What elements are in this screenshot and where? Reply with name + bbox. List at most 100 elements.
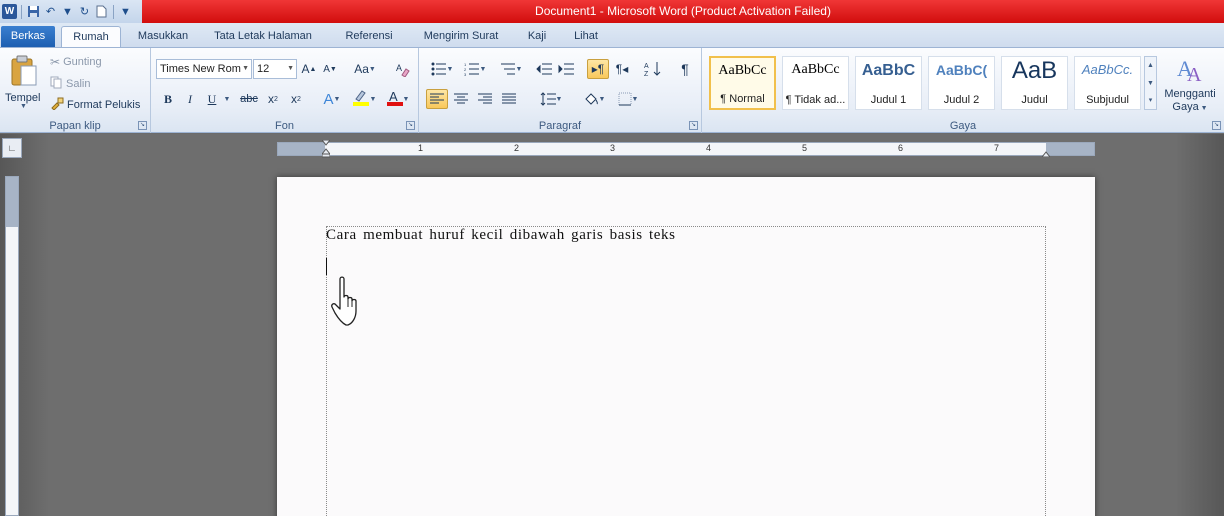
shading-button[interactable]: ▼ — [579, 89, 609, 109]
svg-text:A: A — [644, 63, 649, 70]
numbering-button[interactable]: 1 2 3 ▼ — [459, 59, 491, 79]
clear-formatting-icon[interactable]: A — [393, 59, 413, 79]
customize-qat-icon[interactable]: ▼ — [118, 4, 133, 19]
align-right-button[interactable] — [474, 89, 496, 109]
sort-button[interactable]: AZ — [642, 59, 664, 79]
style-heading-2[interactable]: AaBbC( Judul 2 — [928, 56, 995, 110]
paragraph-group-label: Paragraf — [538, 120, 582, 132]
undo-icon[interactable]: ↶ — [43, 4, 58, 19]
underline-dropdown-icon[interactable]: ▼ — [222, 89, 232, 109]
strikethrough-button[interactable]: abc — [238, 89, 260, 109]
rtl-text-direction-button[interactable]: ¶◂ — [611, 59, 633, 79]
bold-button[interactable]: B — [160, 89, 176, 109]
change-styles-button[interactable]: AA Mengganti Gaya ▼ — [1160, 52, 1220, 114]
style-no-spacing[interactable]: AaBbCc ¶ Tidak ad... — [782, 56, 849, 110]
ruler-number: 6 — [898, 143, 904, 153]
decrease-indent-icon[interactable] — [535, 59, 553, 79]
italic-button[interactable]: I — [182, 89, 198, 109]
tab-view[interactable]: Lihat — [565, 26, 607, 47]
style-heading-1[interactable]: AaBbC Judul 1 — [855, 56, 922, 110]
document-area: ∟ 1 2 3 4 5 6 7 Cara membuat huruf kecil… — [0, 134, 1224, 516]
change-styles-label-1: Mengganti — [1164, 88, 1216, 100]
undo-dropdown-icon[interactable]: ▼ — [60, 4, 75, 19]
horizontal-ruler[interactable]: 1 2 3 4 5 6 7 — [277, 139, 1095, 158]
new-document-icon[interactable] — [94, 4, 109, 19]
ltr-text-direction-button[interactable]: ▸¶ — [587, 59, 609, 79]
style-sample: AaBbCc — [791, 62, 840, 77]
tab-selector-icon[interactable]: ∟ — [2, 138, 22, 158]
bullets-button[interactable]: ▼ — [426, 59, 458, 79]
justify-button[interactable] — [498, 89, 520, 109]
font-name-combo[interactable]: Times New Rom ▼ — [156, 59, 252, 79]
tab-home[interactable]: Rumah — [61, 26, 121, 47]
ribbon: Tempel ▼ ✂ Gunting Salin Format Pelukis … — [0, 47, 1224, 133]
font-group-label: Fon — [275, 120, 294, 132]
text-highlight-button[interactable]: ▼ — [349, 89, 379, 109]
cut-button[interactable]: ✂ Gunting — [50, 52, 102, 72]
change-styles-icon: AA — [1176, 54, 1206, 87]
style-title[interactable]: AaB Judul — [1001, 56, 1068, 110]
right-indent-marker-icon[interactable] — [1040, 148, 1052, 158]
sort-icon: AZ — [644, 62, 661, 77]
vertical-ruler[interactable] — [5, 176, 19, 516]
more-styles-icon[interactable]: ▾ — [1145, 93, 1156, 109]
font-color-icon: A — [386, 89, 403, 109]
paste-dropdown-icon[interactable]: ▼ — [20, 100, 27, 112]
text-cursor — [326, 258, 327, 275]
bullets-icon — [431, 62, 446, 76]
borders-button[interactable]: ▼ — [613, 89, 643, 109]
underline-button[interactable]: U — [204, 89, 220, 109]
styles-launcher-icon[interactable]: ↘ — [1212, 121, 1221, 130]
font-size-combo[interactable]: 12 ▼ — [253, 59, 297, 79]
subscript-button[interactable]: x2 — [263, 89, 283, 109]
style-name: Subjudul — [1086, 94, 1129, 106]
tab-insert[interactable]: Masukkan — [127, 26, 199, 47]
paragraph-launcher-icon[interactable]: ↘ — [689, 121, 698, 130]
clipboard-launcher-icon[interactable]: ↘ — [138, 121, 147, 130]
show-formatting-marks-button[interactable]: ¶ — [675, 59, 695, 79]
superscript-button[interactable]: x2 — [286, 89, 306, 109]
paragraph-group: ▼ 1 2 3 ▼ ▼ ▸¶ ¶◂ AZ ¶ ▼ ▼ ▼ Paragraf ↘ — [419, 48, 702, 133]
paste-button[interactable] — [6, 52, 42, 90]
style-sample: AaBbCc — [718, 63, 767, 78]
copy-button[interactable]: Salin — [50, 74, 90, 94]
ruler-number: 7 — [994, 143, 1000, 153]
svg-text:Z: Z — [644, 71, 649, 77]
ruler-number: 4 — [706, 143, 712, 153]
style-normal[interactable]: AaBbCc ¶ Normal — [709, 56, 776, 110]
tab-mailings[interactable]: Mengirim Surat — [413, 26, 509, 47]
style-subtitle[interactable]: AaBbCc. Subjudul — [1074, 56, 1141, 110]
text-effects-button[interactable]: A ▼ — [319, 89, 345, 109]
line-spacing-button[interactable]: ▼ — [535, 89, 567, 109]
tab-references[interactable]: Referensi — [335, 26, 403, 47]
shrink-font-icon[interactable]: A ▼ — [321, 59, 339, 79]
tab-file[interactable]: Berkas — [1, 26, 55, 47]
font-launcher-icon[interactable]: ↘ — [406, 121, 415, 130]
word-logo-icon[interactable]: W — [2, 4, 17, 19]
redo-icon[interactable]: ↻ — [77, 4, 92, 19]
tab-review[interactable]: Kaji — [519, 26, 555, 47]
clipboard-group-label: Papan klip — [49, 120, 101, 132]
format-painter-button[interactable]: Format Pelukis — [50, 95, 140, 115]
multilevel-list-button[interactable]: ▼ — [495, 59, 527, 79]
save-icon[interactable] — [26, 4, 41, 19]
increase-indent-icon[interactable] — [557, 59, 575, 79]
align-center-button[interactable] — [450, 89, 472, 109]
indent-markers-icon[interactable] — [320, 139, 332, 158]
qat-separator — [21, 4, 22, 19]
document-text-line[interactable]: Cara membuat huruf kecil dibawah garis b… — [326, 227, 676, 244]
grow-font-icon[interactable]: A ▲ — [300, 59, 318, 79]
align-left-button[interactable] — [426, 89, 448, 109]
format-painter-label: Format Pelukis — [67, 99, 141, 111]
font-color-button[interactable]: A ▼ — [383, 89, 413, 109]
styles-gallery-scroll[interactable]: ▲ ▼ ▾ — [1144, 56, 1157, 110]
document-page[interactable]: Cara membuat huruf kecil dibawah garis b… — [277, 177, 1095, 516]
top-margin-area — [6, 177, 18, 227]
font-name-dropdown-icon[interactable]: ▼ — [242, 60, 249, 78]
change-case-icon[interactable]: Aa ▼ — [351, 59, 379, 79]
borders-icon — [618, 92, 632, 106]
scroll-down-icon[interactable]: ▼ — [1145, 75, 1156, 93]
font-size-dropdown-icon[interactable]: ▼ — [287, 60, 294, 78]
scroll-up-icon[interactable]: ▲ — [1145, 57, 1156, 75]
tab-page-layout[interactable]: Tata Letak Halaman — [207, 26, 319, 47]
